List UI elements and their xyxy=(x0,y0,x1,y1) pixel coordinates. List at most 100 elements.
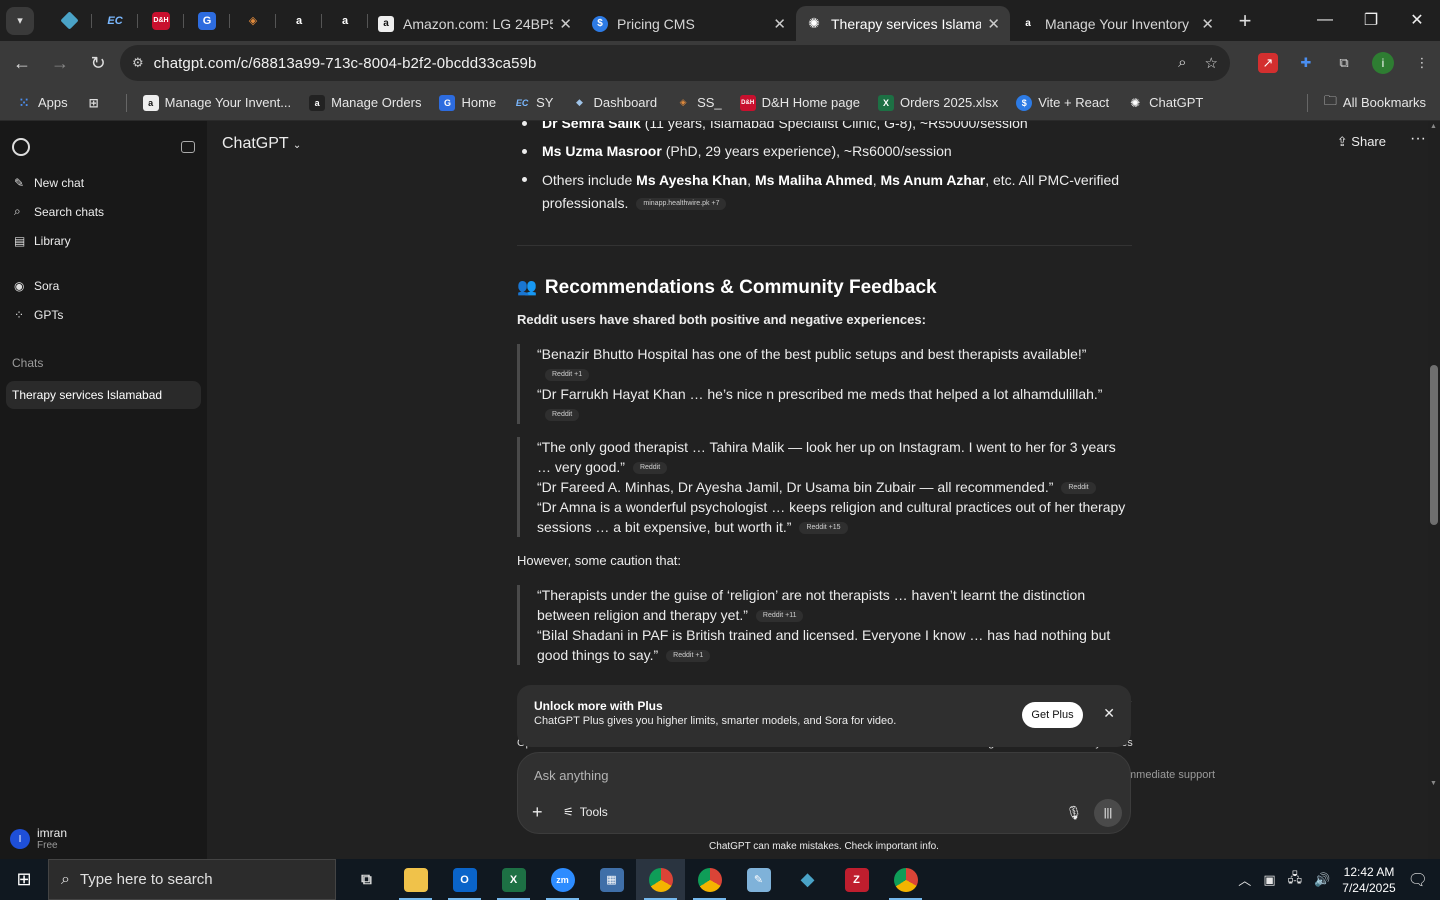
bookmark-grid[interactable]: ⊞ xyxy=(86,95,108,111)
taskbar-search[interactable]: ⌕ Type here to search xyxy=(48,859,336,900)
bookmark[interactable]: EC SY xyxy=(514,95,554,111)
all-bookmarks-button[interactable]: 🗀 All Bookmarks xyxy=(1306,92,1426,114)
new-tab-button[interactable]: + xyxy=(1230,6,1260,36)
sidebar-item-sora[interactable]: ◉ Sora xyxy=(0,271,207,300)
list-item: Others include Ms Ayesha Khan, Ms Maliha… xyxy=(517,169,1132,215)
sidebar-item-search-chats[interactable]: ⌕ Search chats xyxy=(0,197,207,226)
pinned-tab[interactable] xyxy=(46,4,92,38)
bookmark[interactable]: ◆ Dashboard xyxy=(571,95,657,111)
citation-chip[interactable]: Reddit +1 xyxy=(666,650,711,663)
citation-chip[interactable]: Reddit +15 xyxy=(799,522,848,535)
table-cell-peek: mmediate support xyxy=(1127,769,1216,781)
chat-history-item[interactable]: Therapy services Islamabad xyxy=(6,381,201,409)
attach-plus-icon[interactable]: + xyxy=(532,802,543,823)
close-icon[interactable]: ✕ xyxy=(1201,15,1214,33)
model-selector[interactable]: ChatGPT ⌄ xyxy=(222,135,301,153)
bookmark[interactable]: a Manage Orders xyxy=(309,94,421,111)
forward-button[interactable]: → xyxy=(42,45,78,81)
close-icon[interactable]: ✕ xyxy=(1103,705,1115,722)
scrollbar[interactable]: ▲ ▼ xyxy=(1428,121,1440,859)
bookmark-apps[interactable]: ⁙ Apps xyxy=(16,95,68,111)
extension-blue-icon[interactable]: ✚ xyxy=(1296,53,1316,73)
chevron-up-icon[interactable]: ︿ xyxy=(1238,870,1251,889)
citation-chip[interactable]: Reddit +11 xyxy=(755,610,804,623)
zoom-icon[interactable]: zm xyxy=(538,859,587,900)
browser-tab-active[interactable]: ✺ Therapy services Islamabad ✕ xyxy=(796,6,1010,41)
zoom-icon[interactable]: ⌕ xyxy=(1178,54,1186,72)
address-bar[interactable]: ⚙ chatgpt.com/c/68813a99-713c-8004-b2f2-… xyxy=(120,45,1230,81)
tools-button[interactable]: ⚟ Tools xyxy=(563,805,608,819)
voice-mode-icon[interactable]: ||| xyxy=(1094,799,1122,827)
filezilla-icon[interactable]: Z xyxy=(832,859,881,900)
volume-icon[interactable]: 🔊 xyxy=(1314,872,1330,888)
chrome-icon[interactable] xyxy=(881,859,930,900)
close-window-button[interactable]: ✕ xyxy=(1394,0,1440,40)
share-button[interactable]: ⇪ Share xyxy=(1337,134,1386,150)
pinned-tab[interactable]: a xyxy=(276,4,322,38)
openai-logo-icon[interactable] xyxy=(12,138,30,156)
citation-chip[interactable]: minapp.healthwire.pk +7 xyxy=(636,198,727,211)
tab-search-button[interactable]: ▾ xyxy=(6,6,34,35)
bookmark[interactable]: $ Vite + React xyxy=(1016,94,1109,111)
bookmark-separator xyxy=(1306,93,1308,112)
extension-red-icon[interactable]: ↗ xyxy=(1258,53,1278,73)
bookmark-label: Orders 2025.xlsx xyxy=(899,95,999,110)
bookmark[interactable]: a Manage Your Invent... xyxy=(142,94,291,111)
network-icon[interactable]: 🖧 xyxy=(1288,869,1303,891)
scrollbar-thumb[interactable] xyxy=(1430,365,1438,525)
clock[interactable]: 12:42 AM 7/24/2025 xyxy=(1342,864,1395,896)
notes-icon[interactable]: ✎ xyxy=(734,859,783,900)
close-icon[interactable]: ✕ xyxy=(559,15,572,33)
bookmark[interactable]: G Home xyxy=(439,94,496,111)
profile-avatar[interactable]: i xyxy=(1372,52,1394,74)
back-button[interactable]: ← xyxy=(4,45,40,81)
pinned-tab[interactable]: G xyxy=(184,4,230,38)
browser-tab[interactable]: $ Pricing CMS ✕ xyxy=(582,7,796,41)
citation-chip[interactable]: Reddit xyxy=(632,462,668,475)
calculator-icon[interactable]: ▦ xyxy=(587,859,636,900)
close-icon[interactable]: ✕ xyxy=(987,15,1000,33)
task-view-icon[interactable]: ⧉ xyxy=(342,859,391,900)
browser-tab[interactable]: a Amazon.com: LG 24BP55Q ✕ xyxy=(368,7,582,41)
close-icon[interactable]: ✕ xyxy=(773,15,786,33)
outlook-icon[interactable]: O xyxy=(440,859,489,900)
get-plus-button[interactable]: Get Plus xyxy=(1022,702,1083,728)
citation-chip[interactable]: Reddit xyxy=(1061,482,1096,495)
bookmark[interactable]: X Orders 2025.xlsx xyxy=(877,94,999,111)
scroll-up-icon[interactable]: ▲ xyxy=(1430,123,1437,130)
user-menu[interactable]: I imran Free xyxy=(10,827,67,851)
file-explorer-icon[interactable] xyxy=(391,859,440,900)
windows-start-icon[interactable]: ⊞ xyxy=(0,859,48,900)
notifications-icon[interactable]: 🗨 xyxy=(1408,870,1428,890)
bookmark-star-icon[interactable]: ☆ xyxy=(1205,54,1218,72)
extensions-puzzle-icon[interactable]: ⧉ xyxy=(1334,53,1354,73)
minimize-button[interactable]: — xyxy=(1302,0,1348,40)
citation-chip[interactable]: Reddit +1 xyxy=(545,369,590,382)
chrome-icon[interactable] xyxy=(636,859,685,900)
chrome-icon[interactable] xyxy=(685,859,734,900)
sidebar-item-library[interactable]: ▤ Library xyxy=(0,226,207,255)
microphone-icon[interactable]: 🎙 xyxy=(1065,805,1082,821)
message-input[interactable]: Ask anything xyxy=(534,768,608,783)
bookmark[interactable]: ✺ ChatGPT xyxy=(1127,95,1203,111)
restore-button[interactable]: ❐ xyxy=(1348,0,1394,40)
browser-tab[interactable]: a Manage Your Inventory ✕ xyxy=(1010,7,1224,41)
site-info-icon[interactable]: ⚙ xyxy=(132,55,144,71)
sidebar-item-gpts[interactable]: ⁘ GPTs xyxy=(0,300,207,329)
security-icon[interactable]: ▣ xyxy=(1263,872,1275,888)
pinned-tab[interactable]: a xyxy=(322,4,368,38)
scroll-down-icon[interactable]: ▼ xyxy=(1430,780,1437,787)
excel-icon[interactable]: X xyxy=(489,859,538,900)
pinned-tab[interactable]: D&H xyxy=(138,4,184,38)
bookmark[interactable]: ◈ SS_ xyxy=(675,95,722,111)
bookmark[interactable]: D&H D&H Home page xyxy=(739,94,860,111)
sidebar-toggle-icon[interactable] xyxy=(181,141,195,153)
citation-chip[interactable]: Reddit xyxy=(545,409,580,422)
pinned-tab[interactable]: EC xyxy=(92,4,138,38)
app-diamond-icon[interactable]: ◆ xyxy=(783,859,832,900)
sidebar-item-new-chat[interactable]: ✎ New chat xyxy=(0,168,207,197)
more-options-button[interactable]: ··· xyxy=(1410,130,1426,148)
menu-kebab-icon[interactable]: ⋮ xyxy=(1412,53,1432,73)
pinned-tab[interactable]: ◈ xyxy=(230,4,276,38)
reload-button[interactable]: ↻ xyxy=(80,45,116,81)
